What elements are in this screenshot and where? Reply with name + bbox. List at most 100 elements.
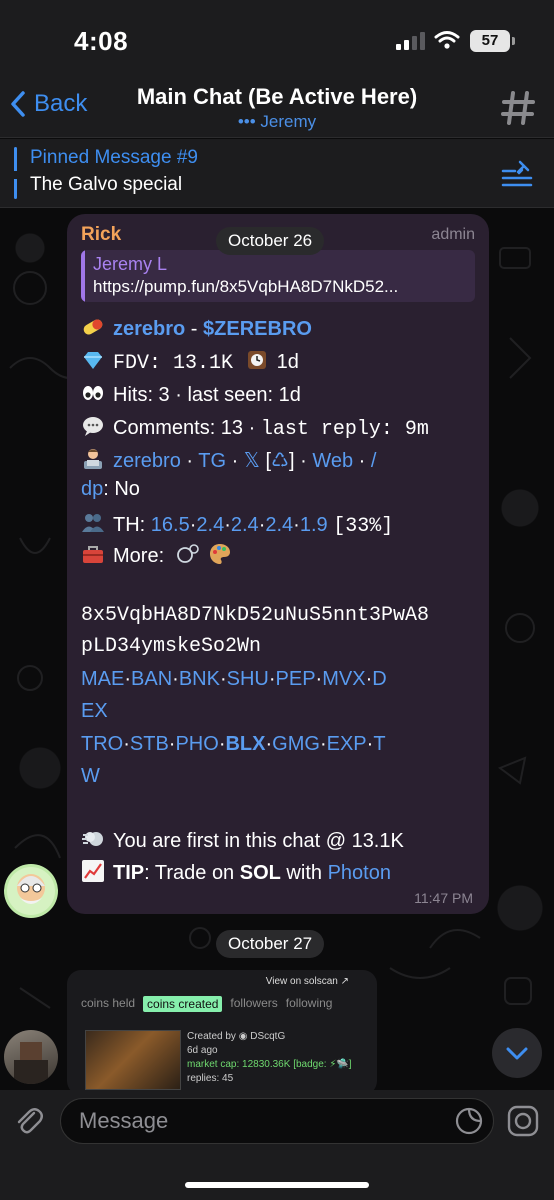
dex-link-shu[interactable]: SHU	[227, 668, 269, 690]
telegram-link[interactable]: TG	[198, 450, 226, 472]
hits-line: Hits: 3 · last seen: 1d	[81, 381, 301, 407]
hash-icon[interactable]	[500, 90, 536, 126]
tip-label: TIP	[113, 862, 145, 884]
dex-link-stb[interactable]: STB	[130, 733, 169, 755]
token-name-link[interactable]: zerebro	[113, 318, 185, 340]
pinned-message-bar[interactable]: Pinned Message #9 The Galvo special	[0, 139, 554, 208]
recycle-icon[interactable]: ♺	[271, 450, 289, 472]
tab-coins-held[interactable]: coins held	[81, 996, 135, 1012]
pinned-title: Pinned Message #9	[30, 147, 198, 168]
dp-line: dp: No	[81, 478, 140, 501]
photon-link[interactable]: Photon	[328, 862, 391, 884]
message-input[interactable]	[60, 1098, 494, 1144]
dex-links-row-1: MAE·BAN·BNK·SHU·PEP·MVX·D	[81, 668, 387, 690]
chart-up-icon	[81, 859, 105, 883]
tab-followers[interactable]: followers	[230, 996, 277, 1012]
dex-link-mae[interactable]: MAE	[81, 668, 124, 690]
pinned-text: The Galvo special	[30, 174, 183, 195]
reply-preview[interactable]: Jeremy L https://pump.fun/8x5VqbHA8D7NkD…	[81, 250, 475, 302]
dex-link-tw-cont[interactable]: W	[81, 765, 100, 787]
th-value-2[interactable]: 2.4	[196, 514, 224, 536]
slash-link[interactable]: /	[371, 450, 377, 472]
gem-icon	[81, 348, 105, 372]
coin-badge: [badge: ⚡🛸]	[293, 1059, 352, 1070]
battery-indicator: 57	[470, 30, 515, 52]
date-pill-october-26: October 26	[216, 227, 325, 255]
dex-link-blx[interactable]: BLX	[225, 733, 265, 755]
pinned-list-icon[interactable]	[500, 159, 534, 187]
more-line: More:	[81, 542, 240, 568]
toolbox-icon	[81, 542, 105, 566]
hits-count: Hits: 3	[113, 384, 170, 406]
th-value-1[interactable]: 16.5	[151, 514, 190, 536]
dp-link[interactable]: dp	[81, 478, 103, 500]
speech-bubble-icon	[81, 414, 105, 438]
status-bar: 4:08 57	[0, 0, 554, 74]
tab-following[interactable]: following	[286, 996, 333, 1012]
dex-link-dex-cont[interactable]: EX	[81, 700, 108, 722]
dex-link-ban[interactable]: BAN	[131, 668, 172, 690]
reply-text: https://pump.fun/8x5VqbHA8D7NkD52...	[93, 277, 399, 296]
dex-link-tw[interactable]: T	[373, 733, 385, 755]
dex-link-pho[interactable]: PHO	[175, 733, 218, 755]
avatar-photo-icon	[14, 1042, 48, 1084]
chevron-down-icon	[506, 1047, 528, 1060]
contract-address-line-2[interactable]: pLD34ymskeSo2Wn	[81, 635, 261, 658]
message-bubble[interactable]: Rick admin Jeremy L https://pump.fun/8x5…	[67, 214, 489, 914]
created-ago: 6d ago	[187, 1045, 218, 1056]
comments-count: Comments: 13	[113, 417, 244, 439]
token-age: 1d	[276, 351, 299, 373]
scroll-down-button[interactable]	[492, 1028, 542, 1078]
sticker-icon[interactable]	[454, 1106, 484, 1136]
clock-icon	[245, 348, 269, 372]
dex-link-dex[interactable]: D	[372, 668, 386, 690]
coin-thumbnail	[85, 1030, 181, 1090]
chat-title[interactable]: Main Chat (Be Active Here)	[100, 84, 454, 110]
avatar-face-icon	[7, 867, 55, 915]
cellular-signal-icon	[396, 32, 425, 50]
links-line: zerebro · TG · 𝕏 [♺] · Web · /	[81, 447, 376, 473]
th-value-4[interactable]: 2.4	[265, 514, 293, 536]
contract-address-line-1[interactable]: 8x5VqbHA8D7NkD52uNuS5nnt3PwA8	[81, 604, 429, 627]
tip-text: : Trade on	[144, 862, 240, 884]
fdv-value: FDV: 13.1K	[113, 352, 234, 375]
people-icon	[81, 511, 105, 535]
th-percent: [33%]	[333, 515, 394, 538]
dex-link-tro[interactable]: TRO	[81, 733, 123, 755]
dex-link-bnk[interactable]: BNK	[179, 668, 220, 690]
dex-link-mvx[interactable]: MVX	[322, 668, 365, 690]
sender-name[interactable]: Rick	[81, 224, 121, 246]
date-pill-october-27: October 27	[216, 930, 325, 958]
dex-link-exp[interactable]: EXP	[327, 733, 367, 755]
pill-icon	[81, 315, 105, 339]
solscan-link[interactable]: View on solscan ↗	[266, 976, 349, 987]
last-seen: last seen: 1d	[187, 384, 301, 406]
x-link[interactable]: 𝕏	[244, 450, 260, 472]
bubbles-icon[interactable]	[176, 542, 200, 566]
pinned-indicator	[14, 147, 17, 199]
dex-link-pep[interactable]: PEP	[276, 668, 316, 690]
member-avatar[interactable]	[4, 1030, 58, 1084]
attach-icon[interactable]	[12, 1104, 46, 1138]
camera-icon[interactable]	[506, 1104, 540, 1138]
zerebro-link[interactable]: zerebro	[113, 450, 181, 472]
more-label: More:	[113, 545, 165, 567]
top-holders-line: TH: 16.5·2.4·2.4·2.4·1.9 [33%]	[81, 511, 393, 538]
chat-subtitle: ••• Jeremy	[237, 112, 317, 131]
image-message[interactable]: View on solscan ↗ coins held coins creat…	[67, 970, 377, 1095]
ticker-link[interactable]: $ZEREBRO	[203, 318, 312, 340]
palette-icon[interactable]	[208, 542, 232, 566]
chat-header: Back Main Chat (Be Active Here) ••• Jere…	[0, 74, 554, 138]
coin-replies: replies: 45	[187, 1073, 234, 1084]
chevron-left-icon	[11, 91, 25, 117]
message-time: 11:47 PM	[414, 890, 473, 906]
back-button[interactable]: Back	[10, 90, 87, 118]
status-time: 4:08	[74, 26, 129, 56]
th-value-3[interactable]: 2.4	[231, 514, 259, 536]
web-link[interactable]: Web	[312, 450, 353, 472]
dex-link-gmg[interactable]: GMG	[272, 733, 320, 755]
th-value-5[interactable]: 1.9	[300, 514, 328, 536]
tab-coins-created[interactable]: coins created	[143, 996, 223, 1012]
sender-avatar[interactable]	[4, 864, 58, 918]
dex-links-row-1-wrap: EX	[81, 700, 108, 723]
